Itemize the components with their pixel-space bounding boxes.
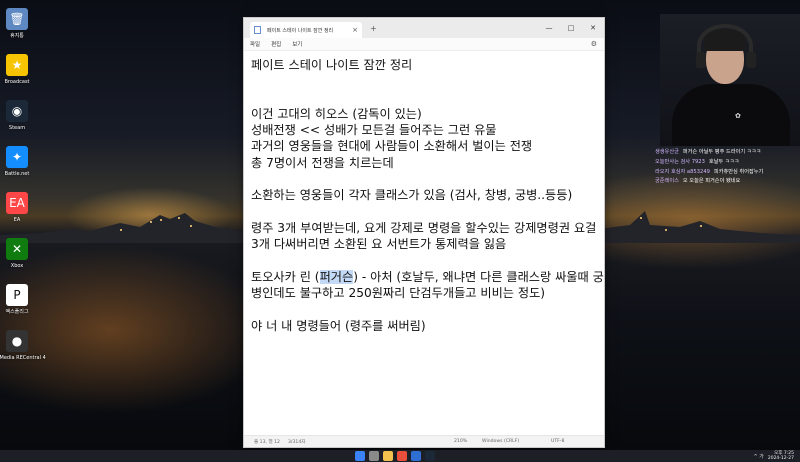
- menu-view[interactable]: 보기: [292, 40, 302, 48]
- xbox-icon: ✕: [6, 238, 28, 260]
- chat-text: 오 오늘은 피거슨이 됐네요: [682, 178, 741, 185]
- desktop-icon[interactable]: P 엑스플리그: [0, 280, 34, 326]
- desktop-icon-label: EA: [13, 217, 21, 223]
- desktop-icon-label: 엑스플리그: [5, 309, 29, 315]
- notepad-menubar: 파일 편집 보기 ⚙: [244, 38, 604, 51]
- system-tray: ^ 가 오후 7:25 2024-12-27: [753, 451, 794, 461]
- notepad-text-area[interactable]: 페이트 스테이 나이트 잠깐 정리 이건 고대의 히오스 (감독이 있는) 성배…: [244, 51, 604, 435]
- headset-earcup-right: [746, 52, 756, 68]
- desktop-icon-label: Steam: [8, 125, 26, 131]
- star-icon: ★: [6, 54, 28, 76]
- status-eol: Windows (CRLF): [482, 439, 520, 444]
- desktop-icon-label: 휴지통: [10, 33, 24, 39]
- recycle-bin-icon: 🗑: [6, 8, 28, 30]
- clothing-logo-icon: ✿: [735, 112, 741, 120]
- taskbar: ^ 가 오후 7:25 2024-12-27: [0, 450, 800, 462]
- desktop-icon-label: AVerMedia RECentral 4: [0, 355, 46, 361]
- steam-taskbar-icon[interactable]: [425, 451, 435, 461]
- notepad-taskbar-icon[interactable]: [411, 451, 421, 461]
- notepad-tab[interactable]: 페이트 스테이 나이트 잠깐 정리 ×: [250, 22, 362, 38]
- desktop-icon[interactable]: ✦ Battle.net: [0, 142, 34, 188]
- text-before-selection: 페이트 스테이 나이트 잠깐 정리 이건 고대의 히오스 (감독이 있는) 성배…: [251, 58, 597, 284]
- notepad-titlebar: 페이트 스테이 나이트 잠깐 정리 × + — □ ✕: [244, 18, 604, 38]
- settings-gear-icon[interactable]: ⚙: [591, 40, 597, 48]
- desktop-icon[interactable]: 🗑 휴지통: [0, 4, 34, 50]
- tray-language[interactable]: ^ 가: [753, 453, 763, 460]
- tab-title: 페이트 스테이 나이트 잠깐 정리: [267, 27, 334, 34]
- chat-message: 생생유산균 퍼거슨 아닐두 평주 드라이기 ㅋㅋㅋ: [655, 148, 800, 158]
- steam-icon: ◉: [6, 100, 28, 122]
- desktop-icon[interactable]: ◉ Steam: [0, 96, 34, 142]
- desktop-icon-label: Xbox: [10, 263, 24, 269]
- headset-earcup-left: [696, 52, 706, 68]
- desktop-icons: 🗑 휴지통 ★ Broadcast ◉ Steam ✦ Battle.net EA EA ✕ Xbox…: [0, 4, 46, 372]
- streamer-body: [672, 84, 790, 146]
- minimize-button[interactable]: —: [538, 24, 560, 32]
- chat-message: 궁준레이스 오 오늘은 피거슨이 됐네요: [655, 177, 800, 187]
- tab-close-icon[interactable]: ×: [352, 26, 358, 34]
- ea-icon: EA: [6, 192, 28, 214]
- chat-message: 라오지 호심자 a853249 피카츄만심 취어잡누기: [655, 168, 800, 178]
- chat-username: 궁준레이스: [655, 178, 679, 185]
- new-tab-button[interactable]: +: [370, 24, 377, 33]
- search-icon[interactable]: [369, 451, 379, 461]
- battlenet-icon: ✦: [6, 146, 28, 168]
- status-encoding: UTF-8: [551, 439, 565, 444]
- desktop-icon[interactable]: ★ Broadcast: [0, 50, 34, 96]
- webcam-overlay: ✿: [660, 14, 800, 146]
- desktop-icon[interactable]: EA EA: [0, 188, 34, 234]
- chat-text: 퍼거슨 아닐두 평주 드라이기 ㅋㅋㅋ: [682, 149, 762, 155]
- notepad-statusbar: 줄 13, 열 12 3/314자 210% Windows (CRLF) UT…: [244, 435, 604, 447]
- status-zoom: 210%: [454, 439, 468, 444]
- start-button-icon[interactable]: [355, 451, 365, 461]
- desktop-icon-label: Battle.net: [4, 171, 30, 177]
- clock[interactable]: 오후 7:25 2024-12-27: [768, 451, 794, 461]
- selected-text: 퍼거슨: [319, 269, 354, 284]
- menu-edit[interactable]: 편집: [271, 40, 281, 48]
- desktop-icon-label: Broadcast: [4, 79, 30, 85]
- status-position: 줄 13, 열 12: [254, 439, 280, 445]
- chrome-icon[interactable]: [397, 451, 407, 461]
- avermedia-icon: ●: [6, 330, 28, 352]
- status-chars: 3/314자: [288, 439, 306, 445]
- notepad-window: 페이트 스테이 나이트 잠깐 정리 × + — □ ✕ 파일 편집 보기 ⚙ 페…: [243, 17, 605, 448]
- pmang-icon: P: [6, 284, 28, 306]
- chat-username: 생생유산균: [655, 149, 679, 155]
- chat-username: 라오지 호심자 a853249: [655, 168, 710, 175]
- taskbar-apps: [355, 451, 435, 461]
- chat-username: 오늘만사는 검사 7923: [655, 158, 705, 165]
- desktop-icon[interactable]: ✕ Xbox: [0, 234, 34, 280]
- close-button[interactable]: ✕: [582, 24, 604, 32]
- clock-date: 2024-12-27: [767, 456, 794, 461]
- chat-text: 호날두 ㅋㅋㅋ: [708, 158, 740, 165]
- chat-message: 오늘만사는 검사 7923 호날두 ㅋㅋㅋ: [655, 158, 800, 168]
- file-explorer-icon[interactable]: [383, 451, 393, 461]
- maximize-button[interactable]: □: [560, 24, 582, 32]
- window-controls: — □ ✕: [538, 24, 604, 32]
- desktop-icon[interactable]: ● AVerMedia RECentral 4: [0, 326, 46, 372]
- chat-text: 피카츄만심 취어잡누기: [713, 168, 764, 175]
- menu-file[interactable]: 파일: [250, 40, 260, 48]
- stream-chat: 생생유산균 퍼거슨 아닐두 평주 드라이기 ㅋㅋㅋ 오늘만사는 검사 7923 호날두…: [655, 148, 800, 187]
- notepad-file-icon: [254, 26, 261, 34]
